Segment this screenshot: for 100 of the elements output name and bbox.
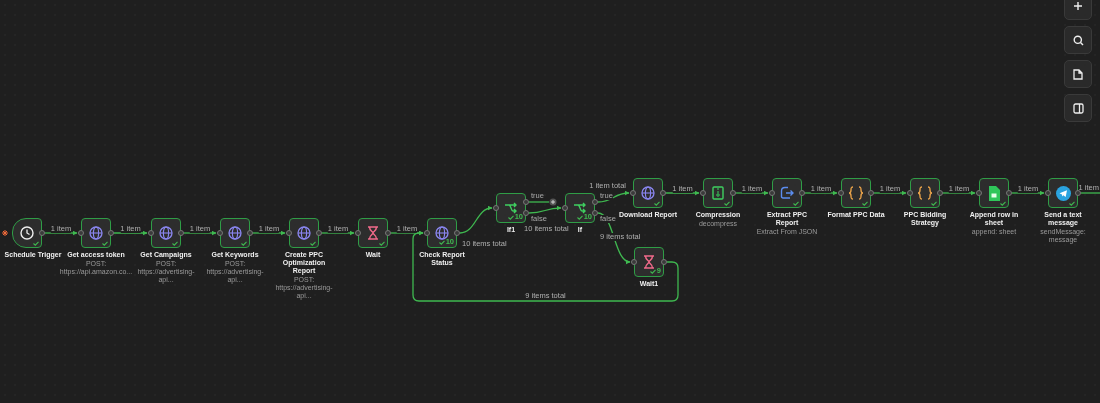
braces-icon (848, 186, 864, 200)
zip-file-icon (712, 186, 724, 200)
input-handle[interactable] (217, 230, 223, 236)
document-icon (1073, 68, 1083, 80)
check-icon (649, 268, 656, 274)
globe-icon (435, 226, 449, 240)
connector-arrow[interactable] (412, 230, 679, 302)
globe-icon (89, 226, 103, 240)
search-button[interactable] (1064, 26, 1092, 54)
connector-arrow[interactable] (252, 230, 286, 236)
node-card[interactable] (979, 178, 1009, 208)
fork-icon (504, 201, 518, 215)
input-handle[interactable] (838, 190, 844, 196)
check-icon (310, 241, 316, 246)
hourglass-icon (367, 226, 379, 240)
check-icon (724, 201, 730, 206)
node-card[interactable] (289, 218, 319, 248)
input-handle[interactable] (355, 230, 361, 236)
output-handle[interactable] (660, 190, 666, 196)
input-handle[interactable] (976, 190, 982, 196)
node-card[interactable] (633, 178, 663, 208)
globe-icon (297, 226, 311, 240)
check-icon (793, 201, 799, 206)
node-card[interactable] (841, 178, 871, 208)
output-handle[interactable] (661, 259, 667, 265)
node-card[interactable] (1048, 178, 1078, 208)
connector-arrow[interactable] (597, 190, 630, 203)
connector-arrow[interactable] (528, 205, 562, 214)
input-handle[interactable] (700, 190, 706, 196)
check-icon (438, 239, 445, 245)
output-handle[interactable] (108, 230, 114, 236)
node-card[interactable] (151, 218, 181, 248)
node-card[interactable] (12, 218, 42, 248)
connector-arrow[interactable] (804, 190, 838, 196)
output-handle[interactable] (454, 230, 460, 236)
connector-arrow[interactable] (183, 230, 217, 236)
output-handle[interactable] (385, 230, 391, 236)
connector-arrow[interactable] (942, 190, 976, 196)
output-handle[interactable] (316, 230, 322, 236)
node-card[interactable] (910, 178, 940, 208)
output-handle[interactable] (39, 230, 45, 236)
node-card[interactable] (81, 218, 111, 248)
connector-arrow[interactable] (321, 230, 355, 236)
output-handle[interactable] (937, 190, 943, 196)
check-icon (931, 201, 937, 206)
check-icon (654, 201, 660, 206)
input-handle[interactable] (769, 190, 775, 196)
input-handle[interactable] (286, 230, 292, 236)
clock-icon (20, 226, 34, 240)
check-icon (1069, 201, 1075, 206)
output-handle[interactable] (868, 190, 874, 196)
input-handle[interactable] (562, 205, 568, 211)
globe-icon (228, 226, 242, 240)
check-icon (102, 241, 108, 246)
input-handle[interactable] (148, 230, 154, 236)
check-icon (1000, 201, 1006, 206)
hourglass-icon (643, 255, 655, 269)
check-icon (576, 214, 583, 220)
spreadsheet-icon (988, 185, 1000, 201)
globe-icon (641, 186, 655, 200)
braces-icon (917, 186, 933, 200)
connector-arrow[interactable] (44, 230, 78, 236)
zoom-in-button[interactable] (1064, 0, 1092, 20)
output-handle[interactable] (247, 230, 253, 236)
input-handle[interactable] (78, 230, 84, 236)
node-card[interactable] (220, 218, 250, 248)
globe-icon (159, 226, 173, 240)
arrow-out-icon (780, 186, 794, 200)
output-handle[interactable] (1006, 190, 1012, 196)
connector-arrow[interactable] (459, 206, 493, 234)
input-handle[interactable] (630, 190, 636, 196)
connector-arrow[interactable] (665, 190, 700, 196)
node-card[interactable] (772, 178, 802, 208)
search-icon (1072, 34, 1084, 46)
sticky-note-button[interactable] (1064, 60, 1092, 88)
connector-arrow[interactable] (873, 190, 907, 196)
node-card[interactable] (703, 178, 733, 208)
connector-arrow[interactable] (113, 230, 148, 236)
input-handle[interactable] (907, 190, 913, 196)
sidebar-toggle-button[interactable] (1064, 94, 1092, 122)
connector-arrow[interactable] (1011, 190, 1045, 196)
input-handle[interactable] (631, 259, 637, 265)
check-icon (862, 201, 868, 206)
output-handle[interactable] (799, 190, 805, 196)
add-node-icon[interactable] (549, 198, 557, 206)
input-handle[interactable] (493, 205, 499, 211)
output-handle[interactable] (1075, 190, 1081, 196)
check-icon (241, 241, 247, 246)
input-handle[interactable] (424, 230, 430, 236)
output-handle[interactable] (730, 190, 736, 196)
check-icon (172, 241, 178, 246)
output-handle[interactable] (178, 230, 184, 236)
check-icon (33, 241, 39, 246)
node-card[interactable] (358, 218, 388, 248)
fork-icon (573, 201, 587, 215)
plus-icon (1073, 1, 1083, 11)
paper-plane-icon (1055, 185, 1071, 201)
connector-arrow[interactable] (735, 190, 769, 196)
input-handle[interactable] (1045, 190, 1051, 196)
check-icon (379, 241, 385, 246)
